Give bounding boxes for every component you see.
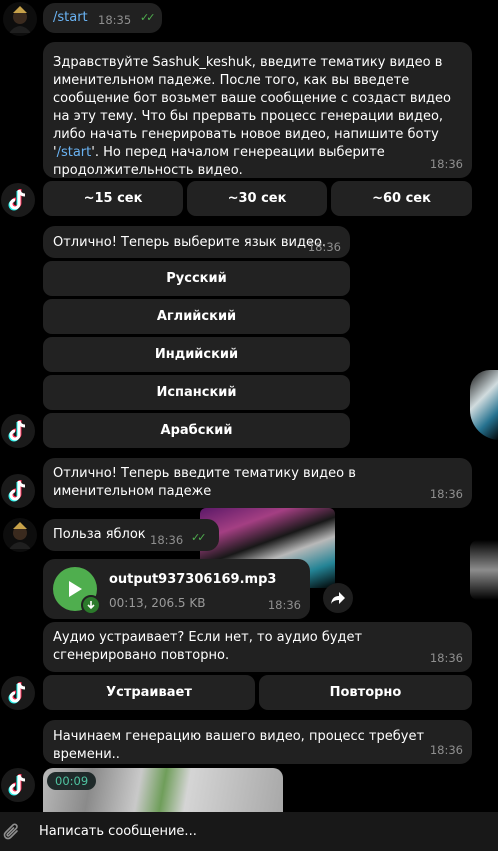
audio-file-meta: 00:13, 206.5 KB [109,596,206,610]
forward-icon[interactable] [323,583,353,613]
tiktok-bot-avatar-icon[interactable] [1,768,35,802]
choose-language-text: Отлично! Теперь выберите язык видео. [53,235,327,250]
enter-topic-message: Отлично! Теперь введите тематику видео в… [43,458,472,508]
double-check-icon: ✓✓ [140,11,156,24]
start-command-text[interactable]: /start [53,9,88,27]
attach-paperclip-icon[interactable] [3,822,21,846]
audio-regenerate-button[interactable]: Повторно [259,675,472,710]
composer-bar: Написать сообщение... [0,812,498,851]
message-time: 18:36 [429,157,463,171]
language-spanish-button[interactable]: Испанский [43,375,350,410]
user-topic-text: Польза яблок [53,527,146,542]
start-command-link[interactable]: /start [57,145,92,160]
audio-file-name[interactable]: output937306169.mp3 [109,571,276,589]
enter-topic-text: Отлично! Теперь введите тематику видео в… [53,466,356,499]
language-hindi-button[interactable]: Индийский [43,337,350,372]
tiktok-bot-avatar-icon[interactable] [1,474,35,508]
duration-30-button[interactable]: ~30 сек [187,181,327,216]
message-time: 18:36 [267,598,301,612]
tiktok-bot-avatar-icon[interactable] [1,676,35,710]
welcome-message: Здравствуйте Sashuk_keshuk, введите тема… [43,42,472,178]
message-time: 18:36 [150,533,184,547]
language-russian-button[interactable]: Русский [43,261,350,296]
user-topic-message: Польза яблок 18:36 ✓✓ [43,519,219,551]
user-avatar-icon[interactable] [3,2,37,36]
tiktok-bot-avatar-icon[interactable] [1,414,35,448]
welcome-text: Здравствуйте Sashuk_keshuk, введите тема… [53,55,451,178]
audio-file-message: output937306169.mp3 00:13, 206.5 KB 18:3… [43,559,310,619]
duration-15-button[interactable]: ~15 сек [43,181,183,216]
background-sticker-right [470,370,498,440]
message-time: 18:35 [98,13,132,27]
message-time: 18:36 [307,240,341,254]
message-time: 18:36 [429,651,463,665]
generation-start-message: Начинаем генерацию вашего видео, процесс… [43,720,472,764]
download-icon[interactable] [81,595,101,615]
generation-start-text: Начинаем генерацию вашего видео, процесс… [53,729,425,762]
video-duration-badge: 00:09 [47,772,97,790]
audio-question-message: Аудио устраивает? Если нет, то аудио буд… [43,622,472,672]
message-time: 18:36 [429,743,463,757]
message-input[interactable]: Написать сообщение... [39,824,197,839]
background-sticker-bottom-right [470,540,498,600]
video-message[interactable]: 00:09 [43,768,283,812]
audio-accept-button[interactable]: Устраивает [43,675,255,710]
message-time: 18:36 [429,487,463,501]
language-arabic-button[interactable]: Арабский [43,413,350,448]
start-command-message: /start 18:35 ✓✓ [43,3,162,33]
user-avatar-icon[interactable] [3,518,37,552]
tiktok-bot-avatar-icon[interactable] [1,183,35,217]
audio-question-text: Аудио устраивает? Если нет, то аудио буд… [53,630,363,663]
double-check-icon: ✓✓ [191,531,207,544]
duration-60-button[interactable]: ~60 сек [331,181,472,216]
language-english-button[interactable]: Аглийский [43,299,350,334]
choose-language-message: Отлично! Теперь выберите язык видео. 18:… [43,226,350,258]
